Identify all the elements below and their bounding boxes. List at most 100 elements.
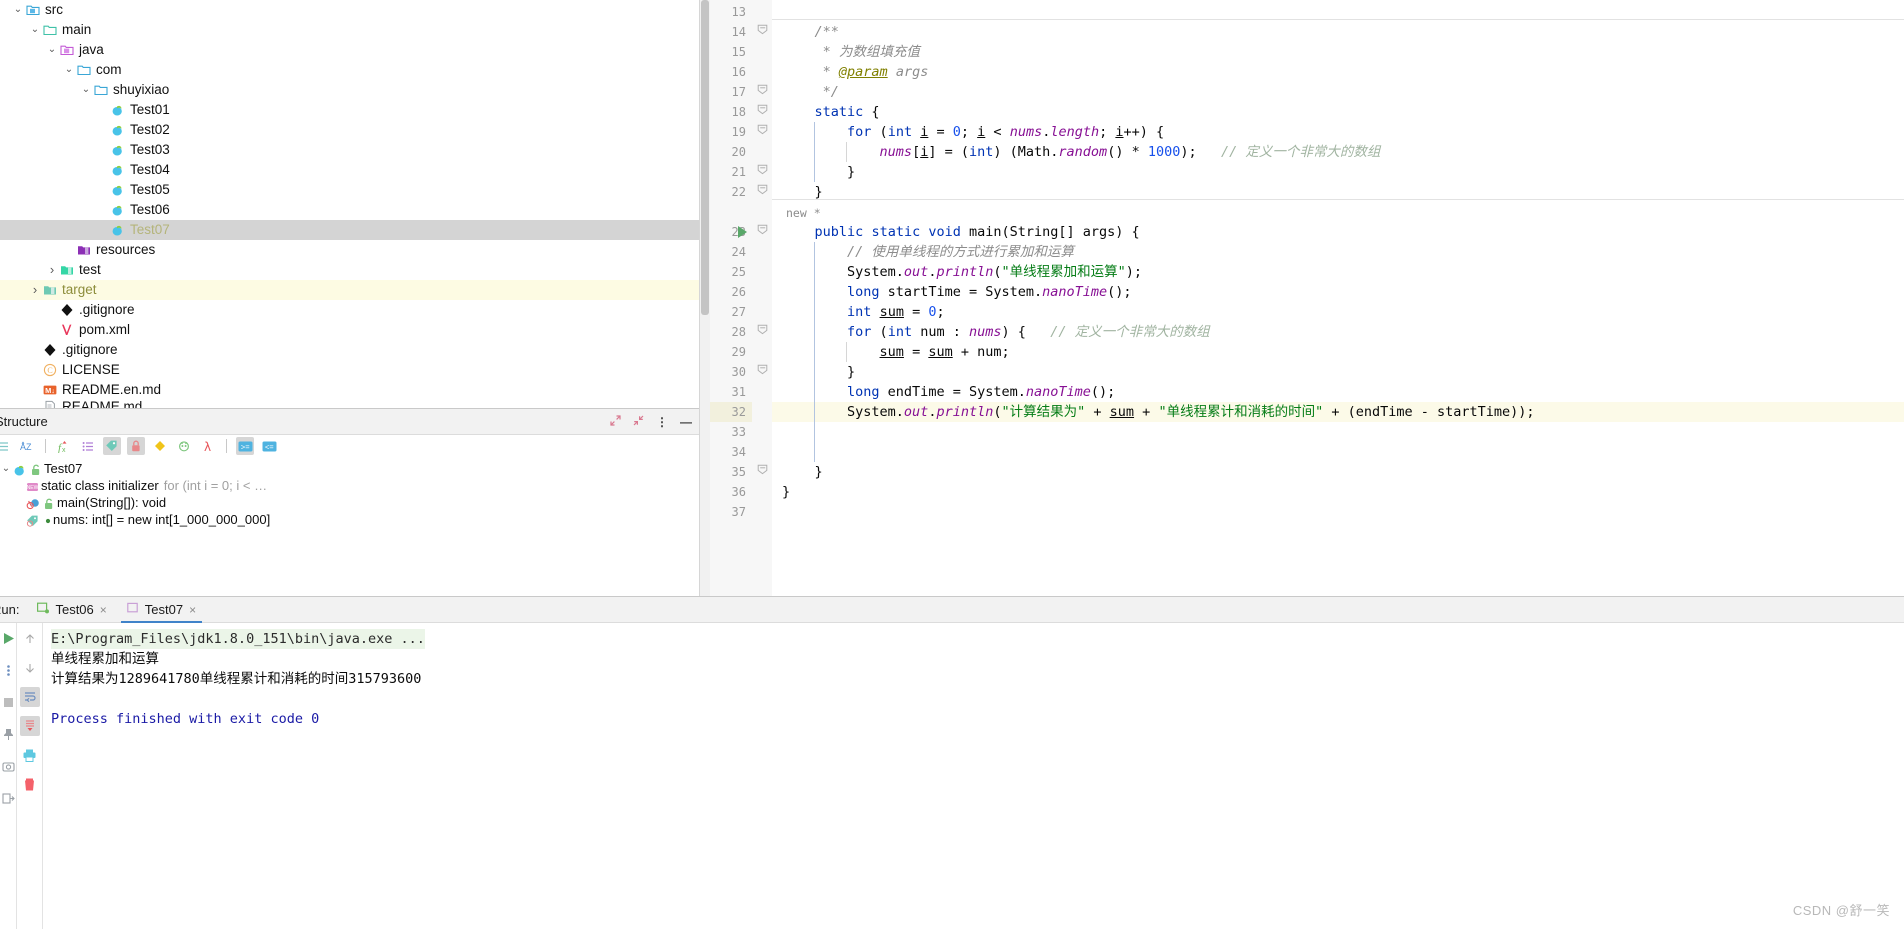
chevron-right-icon[interactable]: ›	[29, 280, 41, 300]
fold-toggle-icon[interactable]	[752, 82, 772, 102]
fold-toggle-icon[interactable]	[752, 22, 772, 42]
project-tree-item[interactable]: · Test05	[0, 180, 700, 200]
code-line[interactable]: /**	[782, 22, 839, 42]
close-icon[interactable]: ×	[100, 603, 107, 617]
project-tree-item[interactable]: › target	[0, 280, 700, 300]
project-tree-item[interactable]: · M↓ README.en.md	[0, 380, 700, 400]
project-tree-item[interactable]: ⌄ shuyixiao	[0, 80, 700, 100]
chevron-down-icon[interactable]: ⌄	[46, 40, 58, 60]
structure-tree: ⌄Test07·NEWstatic class initializerfor (…	[0, 457, 700, 528]
tree-spacer: ·	[97, 100, 109, 120]
editor-fold-gutter[interactable]	[752, 0, 772, 596]
close-icon[interactable]: ×	[189, 603, 196, 617]
group-methods-icon[interactable]	[79, 437, 97, 455]
code-line[interactable]: public static void main(String[] args) {	[782, 222, 1140, 242]
project-tree-item[interactable]: · Test03	[0, 140, 700, 160]
line-number: 35	[731, 465, 746, 479]
code-line[interactable]: System.out.println("计算结果为" + sum + "单线程累…	[782, 402, 1535, 422]
chevron-down-icon[interactable]: ⌄	[0, 460, 12, 477]
code-line[interactable]: }	[782, 462, 823, 482]
fold-toggle-icon[interactable]	[752, 162, 772, 182]
run-tab[interactable]: Test06 ×	[27, 597, 116, 623]
fold-toggle-icon[interactable]	[752, 102, 772, 122]
show-fields-icon[interactable]	[103, 437, 121, 455]
fold-toggle-icon[interactable]	[752, 322, 772, 342]
project-tree-item[interactable]: · Test02	[0, 120, 700, 140]
editor-code-area[interactable]: /** * 为数组填充值 * @param args */ static { f…	[772, 0, 1904, 596]
code-editor[interactable]: 13 14 15 16 17 18 19 20 21 22 23 24 25 26 27 28 29 30 31 32…	[700, 0, 1904, 596]
chevron-down-icon[interactable]: ⌄	[80, 80, 92, 100]
collapse-all-icon[interactable]: <=	[260, 437, 278, 455]
sort-alphabetically-icon[interactable]: AZ	[18, 437, 36, 455]
code-line[interactable]: }	[782, 162, 855, 182]
project-tree-item[interactable]: ⌄ main	[0, 20, 700, 40]
project-tree-item[interactable]: ⌄ com	[0, 60, 700, 80]
project-tree-item[interactable]: · C LICENSE	[0, 360, 700, 380]
code-line[interactable]: int sum = 0;	[782, 302, 945, 322]
code-line[interactable]: nums[i] = (int) (Math.random() * 1000); …	[782, 142, 1381, 162]
project-tree-item[interactable]: · Test07	[0, 220, 700, 240]
code-line[interactable]: for (int num : nums) { // 定义一个非常大的数组	[782, 322, 1210, 342]
fold-toggle-icon[interactable]	[752, 362, 772, 382]
structure-item[interactable]: ⌄ Test07	[0, 460, 700, 477]
collapse-all-icon[interactable]	[633, 415, 644, 429]
structure-panel: Structure ⋮ — AZfxλ>=<= ⌄Test07·NEWstati…	[0, 408, 700, 596]
code-line[interactable]: long startTime = System.nanoTime();	[782, 282, 1132, 302]
expand-all-icon[interactable]	[610, 415, 621, 429]
expand-all-icon[interactable]: >=	[236, 437, 254, 455]
project-tree-item[interactable]: · .gitignore	[0, 340, 700, 360]
code-line[interactable]: * 为数组填充值	[782, 42, 920, 62]
editor-scrollbar-thumb[interactable]	[701, 0, 709, 315]
code-line[interactable]: }	[782, 362, 855, 382]
code-line[interactable]: sum = sum + num;	[782, 342, 1010, 362]
structure-item[interactable]: · main(String[]): void	[0, 494, 700, 511]
show-properties-icon[interactable]	[151, 437, 169, 455]
more-options-icon[interactable]: ⋮	[656, 415, 668, 429]
project-tree-item[interactable]: ⌄ java	[0, 40, 700, 60]
console-output[interactable]: E:\Program_Files\jdk1.8.0_151\bin\java.e…	[42, 623, 1904, 929]
run-tab[interactable]: Test07 ×	[117, 597, 206, 623]
code-line[interactable]: static {	[782, 102, 880, 122]
hide-panel-icon[interactable]: —	[680, 415, 692, 429]
show-non-public-members-icon[interactable]	[127, 437, 145, 455]
structure-item[interactable]: · nums: int[] = new int[1_000_000_000]	[0, 511, 700, 528]
code-line[interactable]: // 使用单线程的方式进行累加和运算	[782, 242, 1074, 262]
editor-left-scrollbar-track[interactable]	[700, 0, 710, 596]
scroll-to-end-icon[interactable]	[19, 716, 40, 736]
show-non-public-icon[interactable]: fx	[55, 437, 73, 455]
project-tree-item[interactable]: · pom.xml	[0, 320, 700, 340]
sort-by-visibility-icon[interactable]	[0, 437, 12, 455]
fold-toggle-icon[interactable]	[752, 462, 772, 482]
print-icon[interactable]	[20, 745, 40, 765]
scroll-up-icon[interactable]	[20, 629, 40, 649]
clear-all-icon[interactable]	[20, 774, 40, 794]
project-tree-item[interactable]: › test	[0, 260, 700, 280]
project-tree-item[interactable]: · Test01	[0, 100, 700, 120]
fold-toggle-icon[interactable]	[752, 182, 772, 202]
code-line[interactable]: long endTime = System.nanoTime();	[782, 382, 1115, 402]
chevron-right-icon[interactable]: ›	[46, 260, 58, 280]
code-line[interactable]: }	[782, 482, 790, 502]
code-line[interactable]: */	[782, 82, 839, 102]
soft-wrap-icon[interactable]	[19, 687, 40, 707]
show-anonymous-icon[interactable]	[175, 437, 193, 455]
code-line[interactable]: System.out.println("单线程累加和运算");	[782, 262, 1142, 282]
project-tree-item[interactable]: · .gitignore	[0, 300, 700, 320]
scroll-down-icon[interactable]	[20, 658, 40, 678]
chevron-down-icon[interactable]: ⌄	[12, 0, 24, 20]
project-tree-item[interactable]: · resources	[0, 240, 700, 260]
run-gutter-icon[interactable]	[738, 226, 747, 238]
fold-toggle-icon[interactable]	[752, 222, 772, 242]
code-line[interactable]: * @param args	[782, 62, 929, 82]
project-tree-item[interactable]: · Test06	[0, 200, 700, 220]
project-tree-item[interactable]: · README.md	[0, 400, 700, 408]
chevron-down-icon[interactable]: ⌄	[29, 20, 41, 40]
project-tree-item[interactable]: ⌄ src	[0, 0, 700, 20]
structure-item[interactable]: ·NEWstatic class initializer for (int i =…	[0, 477, 700, 494]
code-line[interactable]: for (int i = 0; i < nums.length; i++) {	[782, 122, 1164, 142]
show-lambdas-icon[interactable]: λ	[199, 437, 217, 455]
project-tree-item[interactable]: · Test04	[0, 160, 700, 180]
fold-toggle-icon[interactable]	[752, 122, 772, 142]
chevron-down-icon[interactable]: ⌄	[63, 60, 75, 80]
